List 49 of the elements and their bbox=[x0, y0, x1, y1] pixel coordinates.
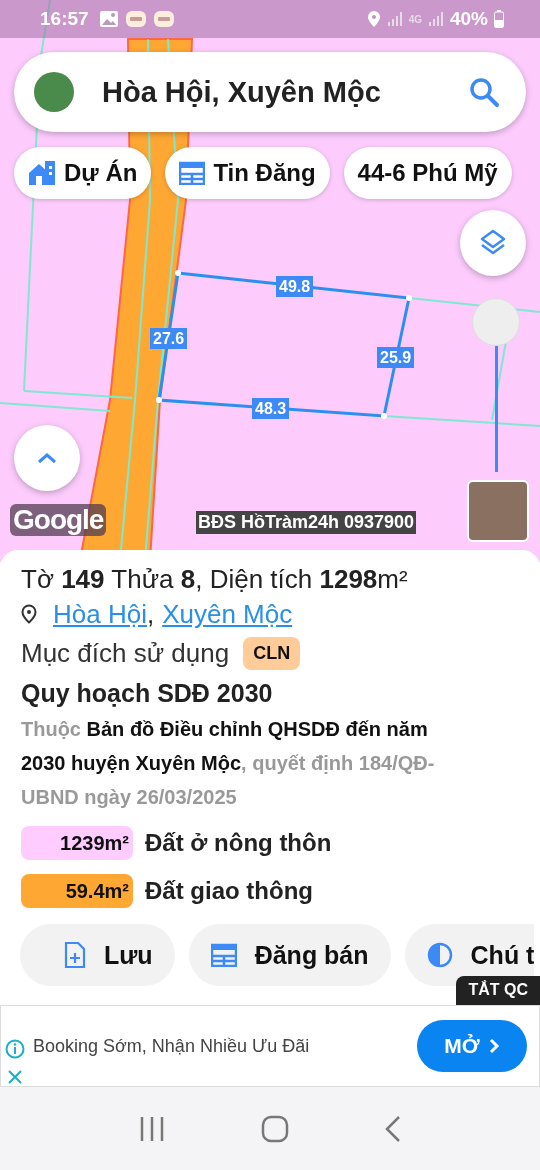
edge-length-label: 25.9 bbox=[377, 347, 415, 368]
search-bar[interactable]: Hòa Hội, Xuyên Mộc bbox=[14, 52, 526, 132]
action-button[interactable]: Lưu bbox=[20, 924, 175, 986]
edge-length-label: 49.8 bbox=[276, 276, 314, 297]
action-button[interactable]: Đăng bán bbox=[188, 924, 391, 986]
home-icon[interactable] bbox=[261, 1114, 289, 1143]
battery-icon bbox=[494, 10, 504, 28]
edge-length-label: 48.3 bbox=[252, 398, 290, 419]
chevron-right-icon bbox=[487, 1038, 500, 1054]
open-button[interactable]: MỞ bbox=[417, 1020, 527, 1072]
hide-ads-button[interactable]: TẮT QC bbox=[456, 976, 540, 1005]
back-icon[interactable] bbox=[384, 1114, 403, 1143]
ad-text: Booking Sớm, Nhận Nhiều Ưu Đãi bbox=[33, 1035, 311, 1057]
calendar-icon bbox=[179, 161, 206, 185]
map-logo: Google bbox=[10, 504, 107, 536]
close-icon[interactable] bbox=[7, 1069, 23, 1085]
edge-length-label: 27.6 bbox=[150, 328, 188, 349]
area-tag: 59.4m² bbox=[21, 874, 133, 908]
avatar-icon[interactable] bbox=[34, 72, 74, 112]
land-use-code: CLN bbox=[243, 636, 301, 670]
land-use-label: Đất giao thông bbox=[145, 877, 313, 905]
chevron-up-icon bbox=[36, 451, 58, 465]
battery-level: 40% bbox=[449, 8, 488, 30]
network-type: 4G bbox=[408, 13, 422, 25]
signal-icon bbox=[427, 11, 444, 27]
clock: 16:57 bbox=[40, 8, 89, 30]
purpose-label: Mục đích sử dụng bbox=[21, 637, 230, 669]
location-pin-icon bbox=[21, 604, 37, 624]
signal-icon bbox=[386, 11, 403, 27]
planning-note: Thuộc Bản đồ Điều chỉnh QHSDĐ đến năm 2030 huyện Xuyên Mộc, quyết định 184/QĐ-UBND ngày 26/03/2025 bbox=[21, 717, 436, 810]
filter-chip[interactable]: 44-6 Phú Mỹ bbox=[343, 147, 512, 199]
add-file-icon bbox=[64, 942, 86, 968]
map-overlay-text: BĐS HồTràm24h 0937900 bbox=[196, 511, 417, 534]
location-icon bbox=[366, 10, 381, 28]
search-icon[interactable] bbox=[468, 76, 500, 108]
contrast-icon bbox=[426, 942, 453, 968]
land-use-label: Đất ở nông thôn bbox=[145, 829, 332, 857]
filter-chip[interactable]: Dự Án bbox=[14, 147, 152, 199]
slider-thumb[interactable] bbox=[472, 298, 520, 346]
info-icon[interactable] bbox=[5, 1039, 25, 1059]
planning-title: Quy hoạch SDĐ 2030 bbox=[21, 678, 274, 709]
search-value: Hòa Hội, Xuyên Mộc bbox=[102, 75, 382, 109]
photo-placeholder[interactable] bbox=[467, 480, 529, 542]
parcel-title: Tờ 149 Thửa 8, Diện tích 1298m² bbox=[21, 563, 409, 596]
calendar-icon bbox=[210, 943, 237, 967]
area-tag: 1239m² bbox=[21, 826, 133, 860]
separator: , bbox=[146, 598, 155, 631]
building-icon bbox=[28, 160, 56, 186]
filter-chip[interactable]: Tin Đăng bbox=[165, 147, 330, 199]
